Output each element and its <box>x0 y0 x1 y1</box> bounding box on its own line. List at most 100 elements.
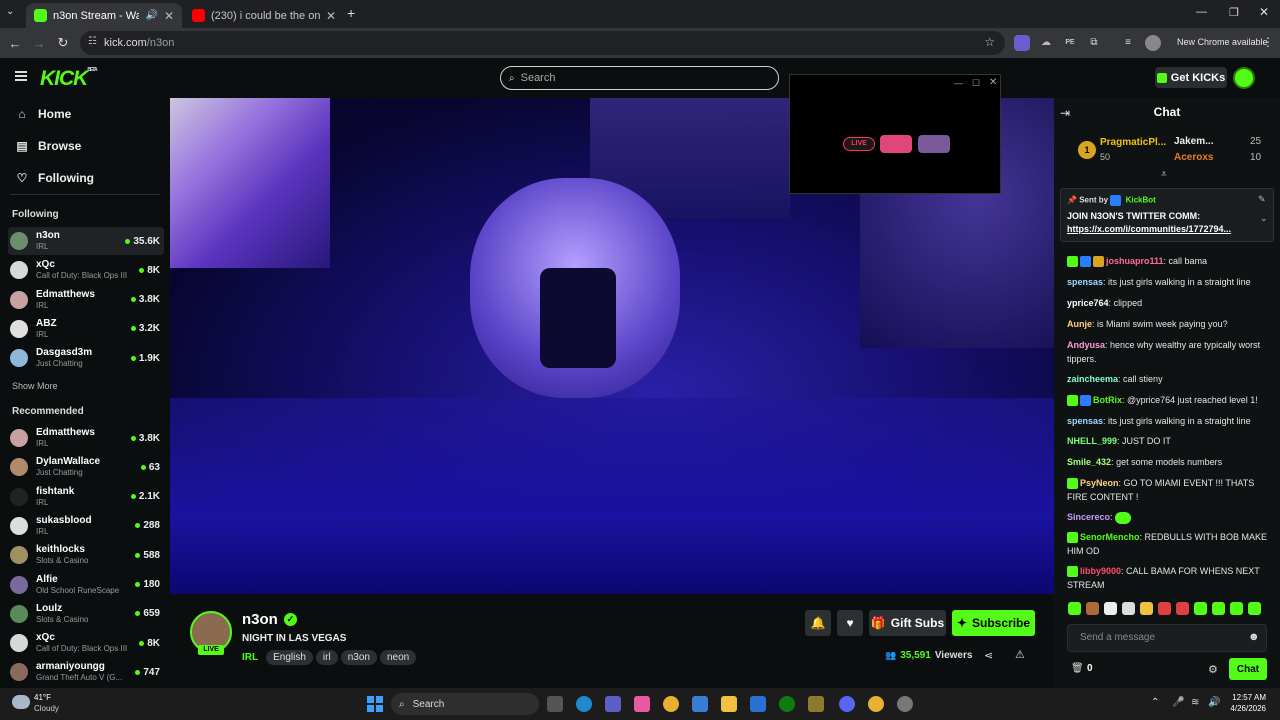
emote-icon[interactable] <box>1212 602 1225 615</box>
sidebar-item-following[interactable]: ♡ Following <box>16 171 94 185</box>
close-tab-icon[interactable]: ✕ <box>164 9 174 23</box>
emote-icon[interactable] <box>1086 602 1099 615</box>
tag-chip[interactable]: neon <box>379 650 417 665</box>
emote-icon[interactable] <box>1230 602 1243 615</box>
leaderboard-toggle-icon[interactable]: ⩡ <box>1161 169 1167 180</box>
notification-bell-button[interactable]: 🔔 <box>805 610 831 636</box>
sidebar-channel-keithlocks[interactable]: keithlocks Slots & Casino 588 <box>8 541 164 569</box>
xbox-icon[interactable] <box>779 696 795 712</box>
sidebar-channel-fishtank[interactable]: fishtank IRL 2.1K <box>8 483 164 511</box>
site-info-icon[interactable]: ☷ <box>88 36 97 47</box>
bookmark-star-icon[interactable]: ☆ <box>984 35 995 49</box>
back-icon[interactable]: ← <box>3 36 27 51</box>
sidebar-channel-abz[interactable]: ABZ IRL 3.2K <box>8 315 164 343</box>
sidebar-channel-dylanwallace[interactable]: DylanWallace Just Chatting 63 <box>8 453 164 481</box>
reload-icon[interactable]: ↻ <box>51 35 75 51</box>
reading-list-icon[interactable]: ≡ <box>1120 35 1136 51</box>
sidebar-channel-alfie[interactable]: Alfie Old School RuneScape 180 <box>8 571 164 599</box>
chat-username[interactable]: yprice764 <box>1067 298 1109 308</box>
emote-icon[interactable] <box>1176 602 1189 615</box>
emoji-icon[interactable]: ☻ <box>1248 631 1260 643</box>
chat-username[interactable]: Sincereco <box>1067 512 1110 522</box>
emote-icon[interactable] <box>1248 602 1261 615</box>
chat-username[interactable]: BotRix <box>1093 395 1122 405</box>
chat-username[interactable]: PsyNeon <box>1080 478 1119 488</box>
tag-chip[interactable]: irl <box>315 650 338 665</box>
chevron-down-icon[interactable]: ⌄ <box>1260 213 1268 224</box>
app-icon[interactable] <box>897 696 913 712</box>
wifi-icon[interactable]: ≋ <box>1191 697 1199 708</box>
category-link[interactable]: IRL <box>242 652 258 663</box>
new-tab-icon[interactable]: + <box>347 5 355 21</box>
edge-icon[interactable] <box>576 696 592 712</box>
chat-username[interactable]: libby9000 <box>1080 566 1121 576</box>
streamer-name[interactable]: n3on ✓ <box>242 611 297 628</box>
weather-cloud-icon[interactable] <box>12 695 30 709</box>
emote-icon[interactable] <box>1122 602 1135 615</box>
microphone-icon[interactable]: 🎤 <box>1172 697 1184 708</box>
chat-username[interactable]: SenorMencho <box>1080 532 1140 542</box>
tag-chip[interactable]: English <box>266 650 313 665</box>
search-input[interactable]: ⌕ Search <box>500 66 779 90</box>
discord-icon[interactable] <box>880 135 912 153</box>
sidebar-channel-edmatthews[interactable]: Edmatthews IRL 3.8K <box>8 424 164 452</box>
sidebar-item-browse[interactable]: ▤ Browse <box>16 139 81 153</box>
discord-icon[interactable] <box>839 696 855 712</box>
tab-search-icon[interactable]: ⌄ <box>6 6 14 17</box>
restore-icon[interactable]: ❐ <box>1229 6 1239 19</box>
cloud-extension-icon[interactable]: ☁ <box>1038 35 1054 51</box>
get-kicks-button[interactable]: Get KICKs <box>1155 67 1227 88</box>
pe-extension-icon[interactable]: PE <box>1062 35 1078 51</box>
url-field[interactable]: ☷ kick.com/n3on ☆ <box>80 31 1005 55</box>
sidebar-channel-n3on[interactable]: n3on IRL 35.6K <box>8 227 164 255</box>
teams-icon[interactable] <box>605 696 621 712</box>
chat-username[interactable]: spensas <box>1067 277 1103 287</box>
sidebar-channel-xqc[interactable]: xQc Call of Duty: Black Ops III 8K <box>8 256 164 284</box>
subscribe-button[interactable]: ✦ Subscribe <box>952 610 1035 636</box>
chat-send-button[interactable]: Chat <box>1229 658 1267 680</box>
unpin-icon[interactable]: ✎ <box>1258 194 1266 205</box>
report-icon[interactable]: ⚠ <box>1015 648 1025 661</box>
chat-username[interactable]: Aunje <box>1067 319 1092 329</box>
windows-start-icon[interactable] <box>367 696 383 712</box>
popup-minimize-icon[interactable]: — <box>954 78 963 88</box>
channel-points-icon[interactable]: 🗑 <box>1071 663 1084 674</box>
close-tab-icon[interactable]: ✕ <box>326 9 336 23</box>
chat-username[interactable]: Smile_432 <box>1067 457 1111 467</box>
chrome-update-label[interactable]: New Chrome available <box>1177 37 1268 47</box>
chat-username[interactable]: NHELL_999 <box>1067 436 1117 446</box>
chrome-icon[interactable] <box>663 696 679 712</box>
speaker-icon[interactable]: 🔊 <box>145 10 157 21</box>
chat-input[interactable]: Send a message ☻ <box>1067 624 1267 652</box>
kick-logo[interactable]: KICKBETA <box>40 67 98 91</box>
app-icon[interactable] <box>750 696 766 712</box>
clock-time[interactable]: 12:57 AM <box>1226 693 1266 702</box>
forward-icon[interactable]: → <box>27 36 51 51</box>
popup-close-icon[interactable]: ✕ <box>989 77 997 88</box>
sidebar-channel-dasgasd3m[interactable]: Dasgasd3m Just Chatting 1.9K <box>8 344 164 372</box>
minimize-icon[interactable]: — <box>1196 6 1207 18</box>
gift-subs-button[interactable]: 🎁 Gift Subs <box>869 610 946 636</box>
settings-gear-icon[interactable]: ⚙ <box>1208 663 1218 676</box>
chat-username[interactable]: joshuapro111 <box>1106 256 1164 266</box>
menu-icon[interactable] <box>15 71 27 81</box>
app-icon[interactable] <box>808 696 824 712</box>
clock-date[interactable]: 4/26/2026 <box>1222 704 1266 713</box>
leaderboard-name[interactable]: Aceroxs <box>1174 152 1213 163</box>
taskbar-search[interactable]: ⌕ Search <box>391 693 539 715</box>
leaderboard-name[interactable]: Jakem... <box>1174 136 1213 147</box>
close-window-icon[interactable]: ✕ <box>1259 5 1269 19</box>
chat-username[interactable]: zaincheema <box>1067 374 1118 384</box>
emote-icon[interactable] <box>1068 602 1081 615</box>
show-more-link[interactable]: Show More <box>12 381 58 391</box>
tag-chip[interactable]: n3on <box>340 650 377 665</box>
chat-username[interactable]: spensas <box>1067 416 1103 426</box>
chrome-menu-icon[interactable]: ⋮ <box>1262 35 1274 49</box>
volume-icon[interactable]: 🔊 <box>1208 697 1220 708</box>
emote-icon[interactable] <box>1194 602 1207 615</box>
extensions-puzzle-icon[interactable]: ⧉ <box>1086 35 1102 51</box>
sidebar-channel-armaniyoungg[interactable]: armaniyoungg Grand Theft Auto V (G... 747 <box>8 658 164 686</box>
popup-maximize-icon[interactable]: ☐ <box>972 78 980 89</box>
emote-icon[interactable] <box>1104 602 1117 615</box>
store-icon[interactable] <box>692 696 708 712</box>
